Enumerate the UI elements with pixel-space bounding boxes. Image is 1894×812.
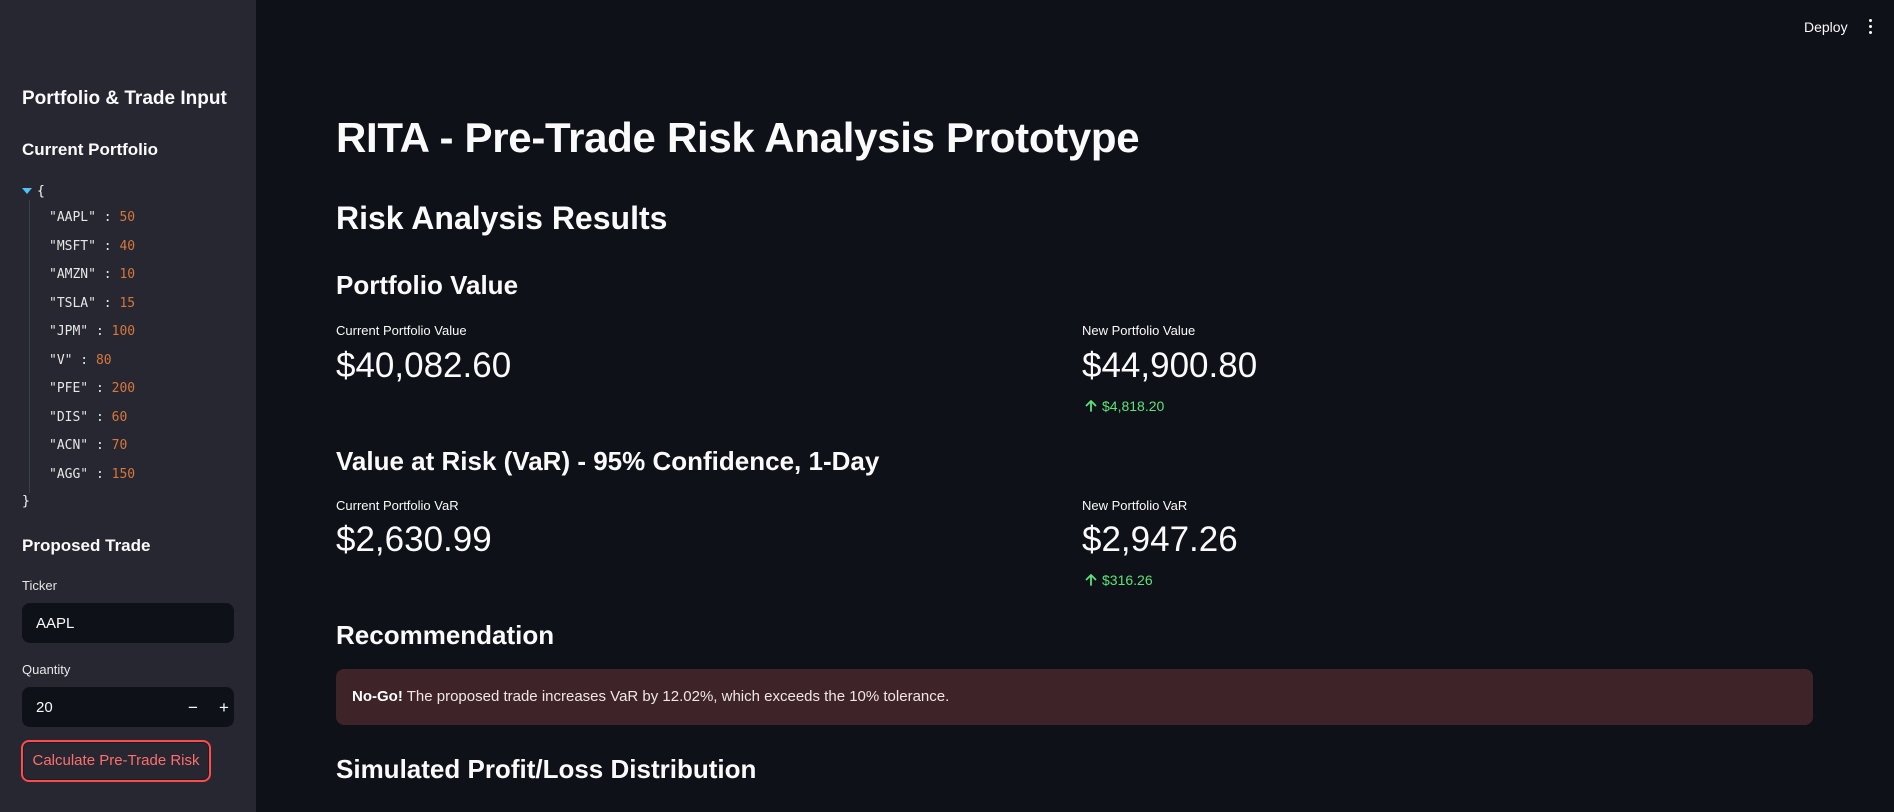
arrow-up-icon [1085,400,1097,412]
json-value: 70 [111,438,128,453]
alert-message: The proposed trade increases VaR by 12.0… [402,688,950,705]
json-entries: "AAPL" : 50 "MSFT" : 40 "AMZN" : 10 "TSLA" … [29,200,135,493]
json-value: 50 [119,210,136,225]
new-value: $44,900.80 [1082,346,1258,385]
current-value: $40,082.60 [336,346,512,385]
trade-heading: Proposed Trade [22,536,151,555]
json-entry: "JPM" : 100 [49,318,135,347]
increment-button[interactable]: + [208,688,240,728]
json-key: "MSFT" [49,238,96,254]
json-value: 15 [119,295,136,311]
json-key: "PFE" [49,381,89,396]
recommendation-alert: No-Go! The proposed trade increases VaR … [336,669,1813,725]
app-root: Portfolio & Trade Input Current Portfoli… [0,0,1894,812]
json-value: 40 [119,238,136,254]
var-heading: Value at Risk (VaR) - 95% Confidence, 1-… [336,446,880,476]
json-value: 150 [111,466,136,482]
json-key: "TSLA" [49,295,96,311]
portfolio-json-viewer: { "AAPL" : 50 "MSFT" : 40 "AMZN" : 10 "TSLA… [22,182,135,511]
page-title: RITA - Pre-Trade Risk Analysis Prototype [336,114,1140,161]
quantity-label: Quantity [22,662,71,677]
new-value-label: New Portfolio Value [1082,323,1196,338]
json-colon: : [72,352,96,368]
portfolio-value-heading: Portfolio Value [336,270,519,300]
json-entry: "TSLA" : 15 [49,290,135,319]
new-var: $2,947.26 [1082,520,1238,559]
new-var-delta: $316.26 [1084,572,1153,588]
alert-verdict: No-Go! [352,688,403,705]
collapse-caret-icon[interactable] [22,188,32,194]
ticker-input[interactable]: AAPL [22,603,234,643]
json-entry: "ACN" : 70 [49,432,135,461]
new-var-label: New Portfolio VaR [1082,498,1188,513]
json-key: "AGG" [49,466,89,482]
json-value: 100 [111,324,136,339]
json-colon: : [88,409,112,425]
new-value-delta: $4,818.20 [1084,398,1164,414]
sidebar: Portfolio & Trade Input Current Portfoli… [0,0,256,812]
current-var-label: Current Portfolio VaR [336,498,459,513]
json-value: 10 [119,267,136,282]
json-colon: : [95,267,120,282]
json-colon: : [88,324,112,339]
new-value-delta-text: $4,818.20 [1102,398,1165,414]
json-key: "AAPL" [49,210,96,225]
json-entry: "MSFT" : 40 [49,233,135,262]
json-colon: : [95,238,120,254]
json-key: "JPM" [49,324,89,339]
current-value-label: Current Portfolio Value [336,323,467,338]
json-colon: : [88,438,112,453]
json-key: "ACN" [49,438,89,453]
json-value: 80 [95,352,112,368]
kebab-menu-icon[interactable] [1867,19,1873,35]
json-value: 200 [111,381,136,396]
json-entry: "DIS" : 60 [49,404,135,433]
current-var: $2,630.99 [336,520,492,559]
recommendation-heading: Recommendation [336,620,555,650]
json-key: "DIS" [49,409,89,425]
json-key: "AMZN" [49,267,96,282]
results-heading: Risk Analysis Results [336,200,668,236]
arrow-up-icon [1085,574,1097,586]
json-colon: : [88,466,112,482]
json-key: "V" [49,352,73,368]
ticker-label: Ticker [22,578,57,593]
distribution-heading: Simulated Profit/Loss Distribution [336,754,757,784]
json-close-brace: } [22,494,30,509]
json-entry: "AMZN" : 10 [49,261,135,290]
quantity-stepper[interactable]: 20 − + [22,687,234,727]
json-entry: "AAPL" : 50 [49,204,135,233]
quantity-value[interactable]: 20 [36,699,53,716]
deploy-button[interactable]: Deploy [1804,19,1848,35]
json-entry: "PFE" : 200 [49,375,135,404]
calculate-risk-button[interactable]: Calculate Pre-Trade Risk [21,740,211,782]
new-var-delta-text: $316.26 [1102,572,1153,588]
json-value: 60 [111,409,128,425]
json-entry: "V" : 80 [49,347,135,376]
json-entry: "AGG" : 150 [49,461,135,490]
portfolio-heading: Current Portfolio [22,140,158,159]
json-open-brace: { [37,183,45,199]
json-colon: : [88,381,112,396]
json-colon: : [95,210,120,225]
decrement-button[interactable]: − [177,688,209,728]
json-colon: : [95,295,120,311]
sidebar-title: Portfolio & Trade Input [22,88,227,109]
